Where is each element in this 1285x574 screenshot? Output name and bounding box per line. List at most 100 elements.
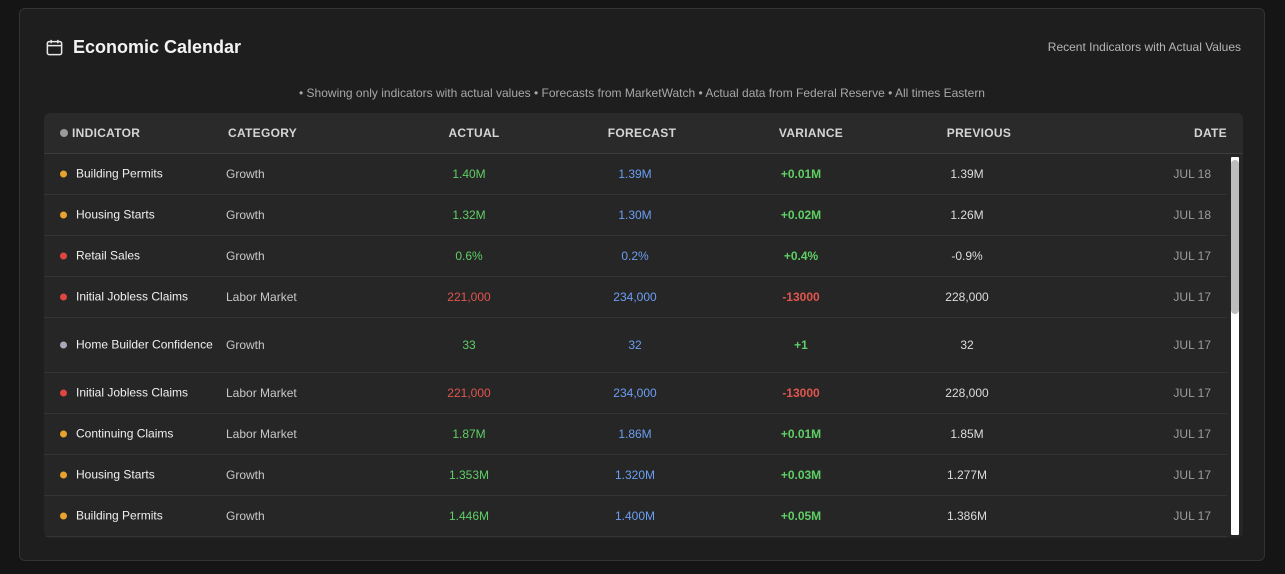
actual-value: 221,000	[447, 386, 491, 400]
indicator-name: Housing Starts	[76, 467, 155, 482]
forecast-value: 1.30M	[618, 208, 652, 222]
forecast-value: 0.2%	[621, 249, 649, 263]
page-title: Economic Calendar	[73, 37, 242, 57]
previous-value: 1.386M	[946, 509, 988, 523]
scrollbar-thumb[interactable]	[1231, 160, 1239, 314]
forecast-value: 1.39M	[618, 167, 652, 181]
actual-value: 1.32M	[452, 208, 486, 222]
panel-subtitle: Recent Indicators with Actual Values	[1047, 40, 1241, 54]
indicator-name: Continuing Claims	[76, 426, 174, 441]
release-date: JUL 17	[1173, 338, 1211, 352]
actual-value: 0.6%	[455, 249, 483, 263]
forecast-value: 32	[628, 338, 642, 352]
release-date: JUL 18	[1173, 167, 1211, 181]
indicators-table: INDICATOR CATEGORY ACTUAL FORECAST VARIA…	[44, 113, 1243, 538]
table-body: Building Permits Growth 1.40M 1.39M +0.01M 1.…	[44, 154, 1227, 537]
impact-dot-icon	[60, 389, 67, 397]
column-header-actual[interactable]: ACTUAL	[448, 126, 499, 140]
release-date: JUL 17	[1173, 386, 1211, 400]
indicator-name: Home Builder Confidence	[76, 337, 213, 352]
previous-value: -0.9%	[951, 249, 983, 263]
table-row[interactable]: Housing Starts Growth 1.353M 1.320M +0.03M 1.…	[44, 455, 1227, 496]
table-row[interactable]: Retail Sales Growth 0.6% 0.2% +0.4% -0.9% JUL …	[44, 236, 1227, 277]
indicator-name: Initial Jobless Claims	[76, 289, 189, 304]
table-row[interactable]: Building Permits Growth 1.40M 1.39M +0.01M 1.…	[44, 154, 1227, 195]
table-row[interactable]: Housing Starts Growth 1.32M 1.30M +0.02M 1.26…	[44, 195, 1227, 236]
release-date: JUL 17	[1173, 427, 1211, 441]
column-header-category[interactable]: CATEGORY	[228, 126, 297, 140]
panel-header: Economic Calendar	[45, 37, 241, 58]
column-header-date[interactable]: DATE	[1194, 126, 1227, 140]
indicator-category: Growth	[226, 338, 265, 352]
indicator-category: Labor Market	[226, 427, 297, 441]
table-row[interactable]: Building Permits Growth 1.446M 1.400M +0.05M…	[44, 496, 1227, 537]
forecast-value: 1.86M	[618, 427, 652, 441]
release-date: JUL 17	[1173, 468, 1211, 482]
previous-value: 1.39M	[950, 167, 984, 181]
forecast-value: 234,000	[613, 386, 657, 400]
previous-value: 1.85M	[950, 427, 984, 441]
table-header: INDICATOR CATEGORY ACTUAL FORECAST VARIA…	[44, 113, 1243, 154]
actual-value: 1.353M	[448, 468, 490, 482]
impact-dot-icon	[60, 170, 67, 178]
actual-value: 1.40M	[452, 167, 486, 181]
indicator-name: Building Permits	[76, 508, 163, 523]
indicator-name: Retail Sales	[76, 248, 141, 263]
variance-value: +0.01M	[780, 427, 822, 441]
release-date: JUL 17	[1173, 290, 1211, 304]
impact-dot-icon	[60, 293, 67, 301]
column-header-indicator[interactable]: INDICATOR	[60, 126, 140, 140]
variance-value: +1	[794, 338, 808, 352]
table-row[interactable]: Initial Jobless Claims Labor Market 221,00…	[44, 373, 1227, 414]
variance-value: +0.05M	[780, 509, 822, 523]
variance-value: +0.03M	[780, 468, 822, 482]
release-date: JUL 18	[1173, 208, 1211, 222]
impact-dot-icon	[60, 341, 67, 349]
table-row[interactable]: Continuing Claims Labor Market 1.87M 1.86M +…	[44, 414, 1227, 455]
impact-dot-icon	[60, 430, 67, 438]
indicator-category: Growth	[226, 167, 265, 181]
forecast-value: 1.400M	[614, 509, 656, 523]
actual-value: 221,000	[447, 290, 491, 304]
indicator-category: Labor Market	[226, 386, 297, 400]
indicator-name: Housing Starts	[76, 207, 155, 222]
indicator-category: Labor Market	[226, 290, 297, 304]
previous-value: 228,000	[945, 290, 989, 304]
variance-value: +0.4%	[783, 249, 819, 263]
column-header-variance[interactable]: VARIANCE	[779, 126, 843, 140]
variance-value: -13000	[782, 290, 820, 304]
calendar-icon	[46, 39, 63, 56]
table-row[interactable]: Home Builder Confidence Growth 33 32 +1 32 JUL…	[44, 318, 1227, 373]
previous-value: 1.26M	[950, 208, 984, 222]
indicator-name: Initial Jobless Claims	[76, 385, 189, 400]
column-header-previous[interactable]: PREVIOUS	[947, 126, 1011, 140]
table-row[interactable]: Initial Jobless Claims Labor Market 221,00…	[44, 277, 1227, 318]
previous-value: 228,000	[945, 386, 989, 400]
previous-value: 1.277M	[946, 468, 988, 482]
release-date: JUL 17	[1173, 249, 1211, 263]
indicator-category: Growth	[226, 249, 265, 263]
actual-value: 1.87M	[452, 427, 486, 441]
impact-dot-icon	[60, 512, 67, 520]
column-header-forecast[interactable]: FORECAST	[608, 126, 676, 140]
impact-dot-icon	[60, 471, 67, 479]
forecast-value: 1.320M	[614, 468, 656, 482]
indicator-category: Growth	[226, 509, 265, 523]
economic-calendar-panel: Economic Calendar Recent Indicators with…	[19, 8, 1265, 561]
indicator-category: Growth	[226, 468, 265, 482]
impact-dot-icon	[60, 211, 67, 219]
variance-value: +0.01M	[780, 167, 822, 181]
indicator-category: Growth	[226, 208, 265, 222]
impact-dot-icon	[60, 129, 68, 137]
variance-value: -13000	[782, 386, 820, 400]
actual-value: 33	[462, 338, 476, 352]
data-source-note: • Showing only indicators with actual va…	[299, 86, 985, 100]
actual-value: 1.446M	[448, 509, 490, 523]
previous-value: 32	[960, 338, 974, 352]
table-scrollbar[interactable]	[1231, 157, 1239, 535]
variance-value: +0.02M	[780, 208, 822, 222]
forecast-value: 234,000	[613, 290, 657, 304]
release-date: JUL 17	[1173, 509, 1211, 523]
impact-dot-icon	[60, 252, 67, 260]
indicator-name: Building Permits	[76, 166, 163, 181]
